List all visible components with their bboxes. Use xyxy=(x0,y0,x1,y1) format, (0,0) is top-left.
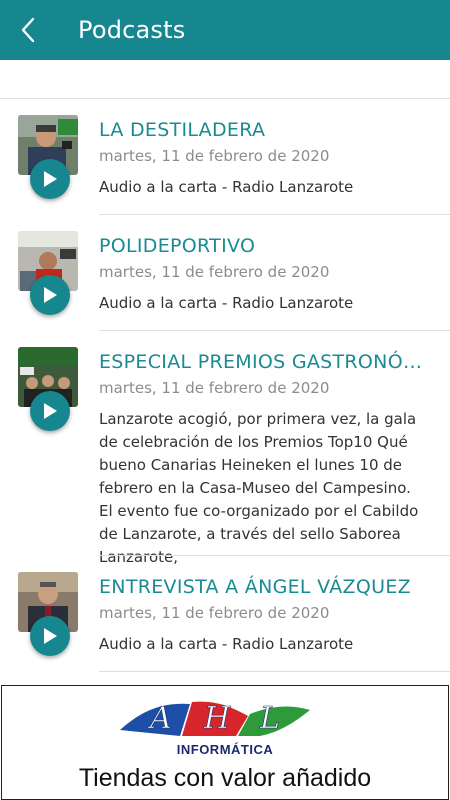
chevron-left-icon xyxy=(21,17,35,43)
podcast-item[interactable]: LA DESTILADERA martes, 11 de febrero de … xyxy=(0,99,450,215)
divider xyxy=(99,671,450,672)
podcast-description: Audio a la carta - Radio Lanzarote xyxy=(99,635,354,653)
podcast-item[interactable]: POLIDEPORTIVO martes, 11 de febrero de 2… xyxy=(0,215,450,331)
app-header: Podcasts xyxy=(0,0,450,60)
banner-slogan: Tiendas con valor añadido xyxy=(78,764,372,792)
play-icon xyxy=(44,171,57,187)
podcast-list: LA DESTILADERA martes, 11 de febrero de … xyxy=(0,99,450,672)
podcast-title: POLIDEPORTIVO xyxy=(99,235,256,257)
svg-text:H: H xyxy=(203,701,231,736)
podcast-title: ENTREVISTA A ÁNGEL VÁZQUEZ xyxy=(99,576,411,598)
podcast-date: martes, 11 de febrero de 2020 xyxy=(99,379,330,397)
play-button[interactable] xyxy=(30,275,70,315)
play-icon xyxy=(44,403,57,419)
podcast-date: martes, 11 de febrero de 2020 xyxy=(99,263,330,281)
podcast-description: Lanzarote acogió, por primera vez, la ga… xyxy=(99,410,419,566)
back-button[interactable] xyxy=(12,12,44,48)
svg-text:L: L xyxy=(259,701,280,736)
podcast-description: Audio a la carta - Radio Lanzarote xyxy=(99,178,354,196)
podcast-date: martes, 11 de febrero de 2020 xyxy=(99,147,330,165)
podcast-date: martes, 11 de febrero de 2020 xyxy=(99,604,330,622)
play-button[interactable] xyxy=(30,391,70,431)
page-title: Podcasts xyxy=(78,16,186,44)
podcast-title: LA DESTILADERA xyxy=(99,119,266,141)
banner-brand: INFORMÁTICA xyxy=(176,742,274,757)
play-button[interactable] xyxy=(30,159,70,199)
play-icon xyxy=(44,287,57,303)
podcast-description: Audio a la carta - Radio Lanzarote xyxy=(99,294,354,312)
podcast-item[interactable]: ENTREVISTA A ÁNGEL VÁZQUEZ martes, 11 de… xyxy=(0,556,450,672)
play-button[interactable] xyxy=(30,616,70,656)
podcast-item[interactable]: ESPECIAL PREMIOS GASTRONÓMIC… martes, 11… xyxy=(0,331,450,566)
svg-text:A: A xyxy=(147,701,172,736)
podcast-title: ESPECIAL PREMIOS GASTRONÓMIC… xyxy=(99,351,428,373)
ad-banner[interactable]: A H L INFORMÁTICA Tiendas con valor añad… xyxy=(1,685,449,800)
play-icon xyxy=(44,628,57,644)
ahl-logo: A H L xyxy=(120,701,310,736)
